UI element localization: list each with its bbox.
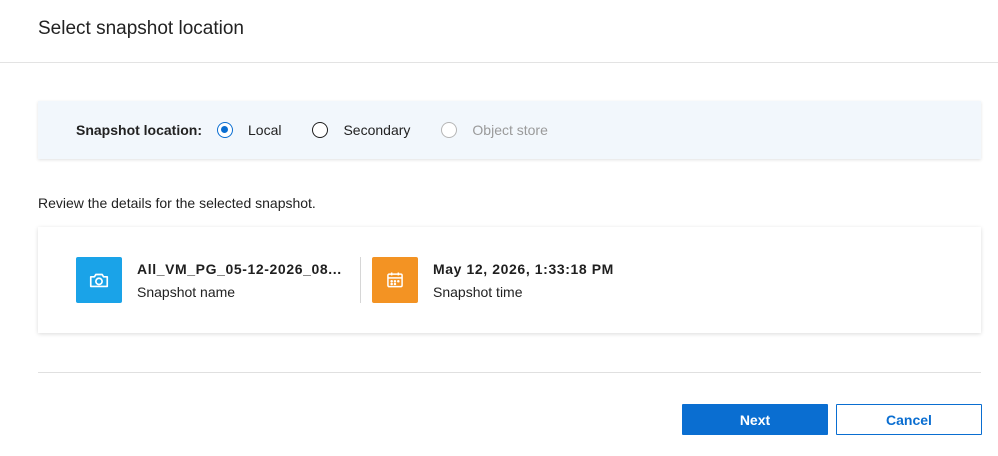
calendar-icon xyxy=(372,257,418,303)
snapshot-location-label: Snapshot location: xyxy=(76,122,202,138)
snapshot-location-panel: Snapshot location: Local Secondary Objec… xyxy=(38,101,981,159)
camera-icon xyxy=(76,257,122,303)
snapshot-time-detail: May 12, 2026, 1:33:18 PM Snapshot time xyxy=(372,257,614,303)
radio-object-store xyxy=(441,122,458,138)
radio-local-label[interactable]: Local xyxy=(248,122,281,138)
snapshot-time-value: May 12, 2026, 1:33:18 PM xyxy=(433,260,614,277)
cancel-button[interactable]: Cancel xyxy=(836,404,982,435)
dialog-title: Select snapshot location xyxy=(38,18,244,39)
radio-option-object-store: Object store xyxy=(441,122,548,138)
snapshot-name-value: All_VM_PG_05-12-2026_08... xyxy=(137,260,342,277)
review-instructions: Review the details for the selected snap… xyxy=(38,195,316,211)
radio-option-local[interactable]: Local xyxy=(217,122,281,138)
radio-local[interactable] xyxy=(217,122,233,138)
next-button[interactable]: Next xyxy=(682,404,828,435)
snapshot-name-caption: Snapshot name xyxy=(137,283,236,300)
radio-option-secondary[interactable]: Secondary xyxy=(312,122,410,138)
dialog-header: Select snapshot location xyxy=(0,0,998,63)
radio-secondary-label[interactable]: Secondary xyxy=(343,122,410,138)
select-snapshot-dialog: Select snapshot location Snapshot locati… xyxy=(0,0,998,456)
radio-secondary[interactable] xyxy=(312,122,329,138)
snapshot-details-card: All_VM_PG_05-12-2026_08... Snapshot name xyxy=(38,227,981,333)
snapshot-time-caption: Snapshot time xyxy=(433,283,523,300)
snapshot-name-detail: All_VM_PG_05-12-2026_08... Snapshot name xyxy=(76,257,349,303)
footer-divider xyxy=(38,372,981,373)
details-divider xyxy=(360,257,361,303)
radio-object-store-label: Object store xyxy=(472,122,548,138)
